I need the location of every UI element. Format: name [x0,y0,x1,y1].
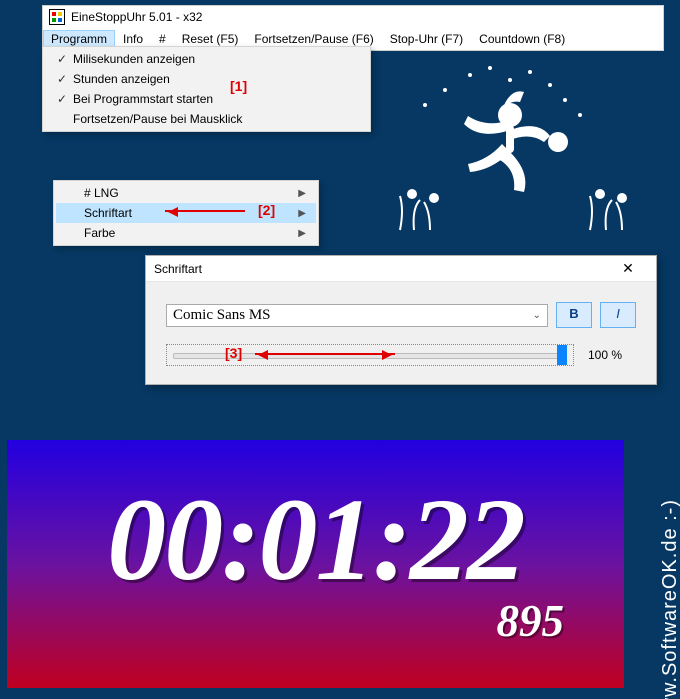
menu-stop[interactable]: Stop-Uhr (F7) [382,30,471,48]
menu-item-schriftart[interactable]: Schriftart ▶ [56,203,316,223]
menu-item-ms[interactable]: ✓ Milisekunden anzeigen [45,49,368,69]
slider-thumb[interactable] [557,345,567,365]
italic-button[interactable]: I [600,302,636,328]
menu-item-label: Stunden anzeigen [73,72,358,86]
chevron-down-icon: ⌄ [533,310,541,321]
menu-item-label: Bei Programmstart starten [73,92,358,106]
programm-menu: ✓ Milisekunden anzeigen ✓ Stunden anzeig… [42,46,371,132]
app-icon [49,9,65,25]
check-icon: ✓ [51,72,73,86]
time-ms: 895 [497,595,565,647]
close-icon: ✕ [622,260,634,276]
menu-countdown[interactable]: Countdown (F8) [471,30,573,48]
menu-item-label: # LNG [84,186,298,200]
stopwatch-display: 00:01:22 895 [7,440,624,688]
check-icon: ✓ [51,52,73,66]
menu-item-lng[interactable]: # LNG ▶ [56,183,316,203]
slider-track [173,353,567,359]
menu-item-autostart[interactable]: ✓ Bei Programmstart starten [45,89,368,109]
main-window: EineStoppUhr 5.01 - x32 Programm Info # … [42,5,664,51]
menu-item-label: Schriftart [84,206,298,220]
font-name: Comic Sans MS [173,307,271,324]
menu-item-label: Fortsetzen/Pause bei Mausklick [73,112,358,126]
close-button[interactable]: ✕ [608,260,648,277]
menu-item-label: Farbe [84,226,298,240]
title-bar[interactable]: EineStoppUhr 5.01 - x32 [43,6,663,28]
font-dialog: Schriftart ✕ Comic Sans MS ⌄ B I 100 % [145,255,657,385]
menu-item-label: Milisekunden anzeigen [73,52,358,66]
chevron-right-icon: ▶ [298,228,306,239]
chevron-right-icon: ▶ [298,208,306,219]
chevron-right-icon: ▶ [298,188,306,199]
menu-item-hours[interactable]: ✓ Stunden anzeigen [45,69,368,89]
dialog-title: Schriftart [154,262,202,276]
bold-button[interactable]: B [556,302,592,328]
running-figure-icon [390,60,650,240]
time-main: 00:01:22 [107,481,524,599]
dialog-body: Comic Sans MS ⌄ B I 100 % [146,282,656,384]
watermark: www.SoftwareOK.de :-) [659,499,680,699]
extras-menu: # LNG ▶ Schriftart ▶ Farbe ▶ [53,180,319,246]
size-slider[interactable] [166,344,574,366]
dialog-title-bar[interactable]: Schriftart ✕ [146,256,656,282]
font-select[interactable]: Comic Sans MS ⌄ [166,304,548,327]
menu-item-mouseclick[interactable]: Fortsetzen/Pause bei Mausklick [45,109,368,129]
window-title: EineStoppUhr 5.01 - x32 [71,10,202,24]
menu-item-farbe[interactable]: Farbe ▶ [56,223,316,243]
check-icon: ✓ [51,92,73,106]
size-percent: 100 % [588,348,636,362]
